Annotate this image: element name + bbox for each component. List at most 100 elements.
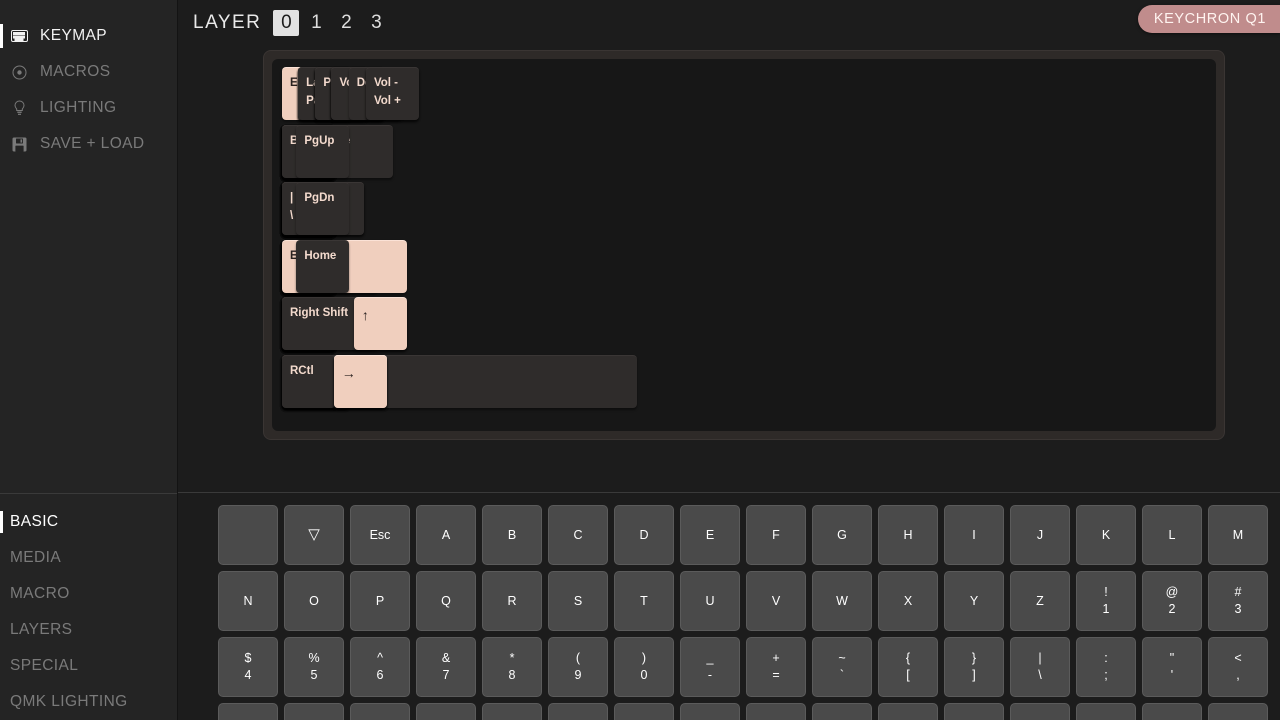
picker-key-l[interactable]: L [1142,505,1202,565]
picker-key-blank[interactable] [284,703,344,720]
sidebar-item-lighting[interactable]: LIGHTING [0,90,177,126]
picker-key-main: ) [641,651,647,666]
picker-key-sym[interactable]: ! 1 [1076,571,1136,631]
picker-key-p[interactable]: P [350,571,410,631]
picker-key-t[interactable]: T [614,571,674,631]
picker-key-g[interactable]: G [812,505,872,565]
picker-key-sub: 8 [508,668,516,682]
picker-key-blank[interactable] [1142,703,1202,720]
picker-key-c[interactable]: C [548,505,608,565]
picker-key-sym[interactable]: ^ 6 [350,637,410,697]
picker-key-sym[interactable]: ) 0 [614,637,674,697]
picker-key-main: { [905,651,911,666]
picker-key-main: V [771,593,781,608]
picker-key-o[interactable]: O [284,571,344,631]
picker-key-blank[interactable] [416,703,476,720]
picker-key-h[interactable]: H [878,505,938,565]
sidebar-nav: KEYMAP MACROS LIGHTING SAVE + LOAD [0,0,177,162]
picker-row: $4% 5 ^ 6 & 7 * 8(9) 0 _ - + = ~ `{[}] | \:; " ' <, [218,637,1280,697]
keycap-pgup[interactable]: PgUp [296,124,350,178]
picker-key-v[interactable]: V [746,571,806,631]
category-item-media[interactable]: MEDIA [0,540,177,576]
keyboard-layout: EscScr -Scr +MissionControlLaunchPadBrgh… [272,59,1216,431]
picker-key-blank[interactable] [482,703,542,720]
picker-key-blank[interactable] [746,703,806,720]
keycap-legend: Vol + [373,94,401,107]
layer-label: LAYER [193,11,262,33]
picker-key-blank[interactable] [350,703,410,720]
picker-key-sym[interactable]: <, [1208,637,1268,697]
picker-key-sym[interactable]: $4 [218,637,278,697]
category-item-qmk-lighting[interactable]: QMK LIGHTING [0,684,177,720]
category-item-basic[interactable]: BASIC [0,504,177,540]
picker-key-main: N [243,593,253,608]
picker-key-f[interactable]: F [746,505,806,565]
keycap-blank[interactable]: ↑ [353,297,407,350]
picker-key-sym[interactable]: }] [944,637,1004,697]
picker-key-sym[interactable]: @2 [1142,571,1202,631]
picker-key-sym[interactable]: _ - [680,637,740,697]
picker-key-m[interactable]: M [1208,505,1268,565]
keycap-pgdn[interactable]: PgDn [296,182,350,235]
picker-key-blank[interactable] [1208,703,1268,720]
picker-key-sym[interactable]: ~ ` [812,637,872,697]
picker-key-b[interactable]: B [482,505,542,565]
picker-key-w[interactable]: W [812,571,872,631]
sidebar-item-macros[interactable]: MACROS [0,54,177,90]
picker-key-q[interactable]: Q [416,571,476,631]
picker-key-main: J [1036,527,1044,542]
picker-key-sym[interactable]: :; [1076,637,1136,697]
picker-key-blank[interactable] [548,703,608,720]
keycap-vol-vol[interactable]: Vol - Vol + [365,67,419,120]
picker-key-esc[interactable]: Esc [350,505,410,565]
layer-tab-3[interactable]: 3 [363,10,389,36]
picker-key-blank[interactable] [218,703,278,720]
picker-key-blank[interactable] [1076,703,1136,720]
layer-tab-0[interactable]: 0 [273,9,300,36]
picker-key-sym[interactable]: " ' [1142,637,1202,697]
picker-key-sym[interactable]: {[ [878,637,938,697]
keycap-home[interactable]: Home [296,239,350,293]
layer-tab-1[interactable]: 1 [303,10,329,36]
picker-key-blank[interactable] [812,703,872,720]
keycap-legend: Vol - [373,77,398,89]
keycap-rctl[interactable]: RCtl [282,354,335,408]
picker-key-i[interactable]: I [944,505,1004,565]
picker-key-z[interactable]: Z [1010,571,1070,631]
layer-tab-2[interactable]: 2 [333,10,359,36]
picker-key-sym[interactable]: (9 [548,637,608,697]
keycap-blank[interactable]: → [333,354,387,408]
picker-key-x[interactable]: X [878,571,938,631]
picker-key-blank[interactable] [680,703,740,720]
category-item-special[interactable]: SPECIAL [0,648,177,684]
picker-key-blank[interactable] [614,703,674,720]
picker-key-j[interactable]: J [1010,505,1070,565]
sidebar-item-save-load[interactable]: SAVE + LOAD [0,126,177,162]
picker-key-blank[interactable] [944,703,1004,720]
picker-key-sym[interactable]: + = [746,637,806,697]
picker-key-u[interactable]: U [680,571,740,631]
picker-key-r[interactable]: R [482,571,542,631]
picker-key-sym[interactable]: % 5 [284,637,344,697]
picker-key-main: ^ [377,651,383,666]
picker-key-s[interactable]: S [548,571,608,631]
picker-key-sym[interactable]: | \ [1010,637,1070,697]
category-item-macro[interactable]: MACRO [0,576,177,612]
picker-key-blank[interactable] [218,505,278,565]
keyboard-name-badge: KEYCHRON Q1 [1137,5,1280,33]
picker-key-y[interactable]: Y [944,571,1004,631]
picker-key-d[interactable]: D [614,505,674,565]
picker-key-blank[interactable] [1010,703,1070,720]
picker-key-a[interactable]: A [416,505,476,565]
picker-key-main: G [837,527,847,542]
category-item-layers[interactable]: LAYERS [0,612,177,648]
picker-key-n[interactable]: N [218,571,278,631]
picker-key-k[interactable]: K [1076,505,1136,565]
picker-key-sym[interactable]: * 8 [482,637,542,697]
picker-key-e[interactable]: E [680,505,740,565]
picker-key-sym[interactable]: #3 [1208,571,1268,631]
sidebar-item-keymap[interactable]: KEYMAP [0,18,177,54]
picker-key-sym[interactable]: & 7 [416,637,476,697]
picker-key-blank[interactable] [878,703,938,720]
picker-key-sym[interactable]: ▽ [284,505,344,565]
